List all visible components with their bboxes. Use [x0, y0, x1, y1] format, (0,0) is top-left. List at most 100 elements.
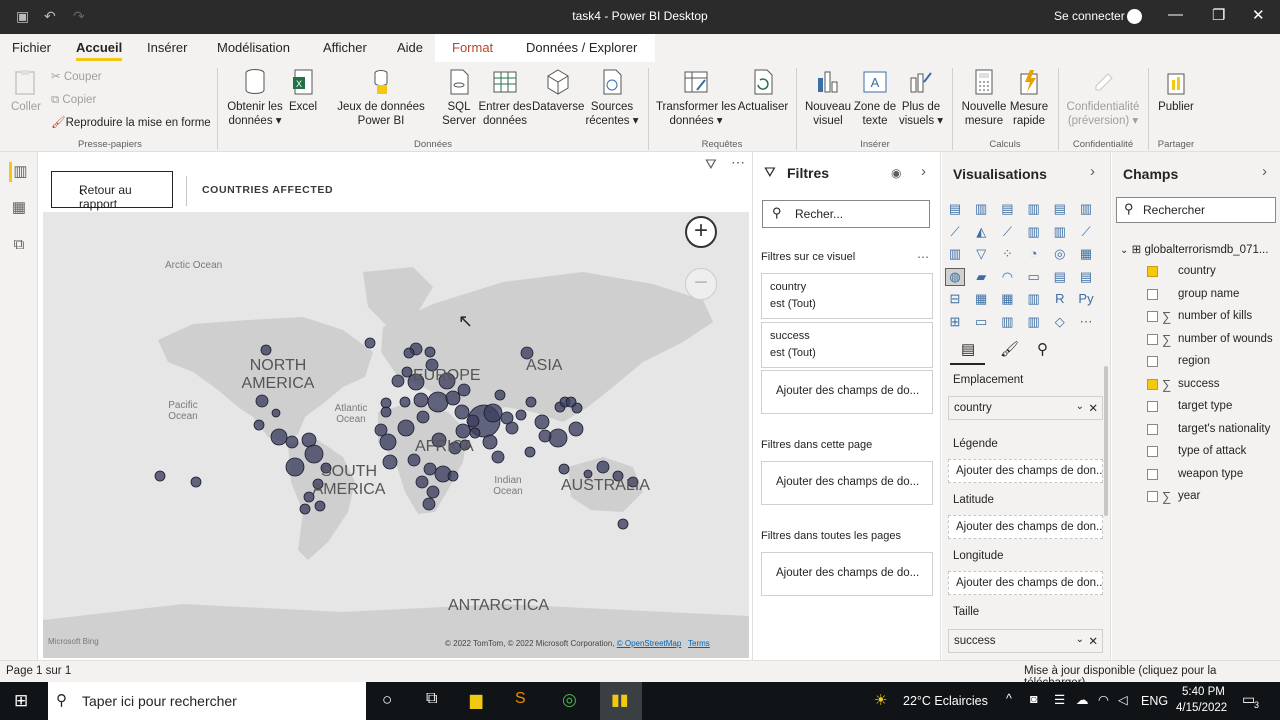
fields-search-input[interactable]: Rechercher	[1116, 197, 1276, 223]
visual-type-icon[interactable]: ▭	[1025, 269, 1043, 285]
well-latitude[interactable]: Ajouter des champs de don...	[948, 515, 1103, 539]
user-avatar-icon[interactable]	[1127, 9, 1142, 24]
country-bubble[interactable]	[538, 429, 552, 443]
visual-type-icon[interactable]: ▰	[972, 269, 990, 285]
sql-server-button[interactable]: SQL Server	[440, 68, 478, 128]
taskbar-search-input[interactable]: Taper ici pour rechercher	[48, 682, 366, 720]
country-bubble[interactable]	[285, 457, 305, 477]
minimize-icon[interactable]: —	[1168, 6, 1183, 23]
well-legend[interactable]: Ajouter des champs de don...	[948, 459, 1103, 483]
visual-type-icon[interactable]: ▥	[1025, 224, 1043, 240]
country-bubble[interactable]	[455, 423, 471, 439]
close-icon[interactable]: ✕	[1252, 6, 1265, 24]
more-visuals-button[interactable]: Plus de visuels ▾	[897, 68, 945, 128]
visual-type-icon[interactable]: ▭	[972, 314, 990, 330]
terms-link[interactable]: Terms	[688, 639, 710, 648]
visual-type-icon[interactable]: ▤	[1077, 269, 1095, 285]
sensitivity-button[interactable]: Confidentialité (préversion) ▾	[1063, 68, 1143, 128]
file-explorer-icon[interactable]: ▆	[470, 690, 482, 710]
field-checkbox[interactable]	[1147, 266, 1158, 277]
clock-time[interactable]: 5:40 PM	[1182, 686, 1225, 698]
eye-icon[interactable]: ◉	[891, 166, 901, 180]
visual-type-icon[interactable]: ◠	[998, 269, 1016, 285]
filter-search-input[interactable]: Recher...	[762, 200, 930, 228]
country-bubble[interactable]	[364, 337, 376, 349]
country-bubble[interactable]	[422, 497, 436, 511]
scrollbar[interactable]	[1104, 366, 1108, 516]
clock-date[interactable]: 4/15/2022	[1176, 702, 1227, 714]
add-filter-field-visual[interactable]: Ajouter des champs de do...	[761, 370, 933, 414]
visual-type-icon[interactable]: ◭	[972, 224, 990, 240]
powerbi-icon[interactable]: ▮▮	[611, 690, 629, 710]
well-longitude[interactable]: Ajouter des champs de don...	[948, 571, 1103, 595]
visual-type-icon[interactable]: ◍	[945, 267, 965, 286]
more-options-icon[interactable]: ⋯	[917, 250, 929, 264]
language-indicator[interactable]: ENG	[1141, 694, 1168, 708]
back-to-report-button[interactable]: ‹ Retour au rapport	[51, 171, 173, 211]
country-bubble[interactable]	[424, 346, 436, 358]
visual-type-icon[interactable]: ⋯	[1077, 314, 1095, 330]
country-bubble[interactable]	[299, 503, 311, 515]
visual-type-icon[interactable]: ◔	[1025, 246, 1043, 262]
windows-start-icon[interactable]: ⊞	[14, 691, 28, 711]
country-bubble[interactable]	[565, 396, 577, 408]
menu-home[interactable]: Accueil	[76, 40, 123, 61]
more-options-icon[interactable]: ⋯	[731, 154, 745, 171]
zoom-in-button[interactable]: +	[685, 216, 717, 248]
country-bubble[interactable]	[415, 475, 429, 489]
country-bubble[interactable]	[568, 421, 584, 437]
model-view-icon[interactable]: ⧉	[9, 236, 29, 256]
osm-link[interactable]: © OpenStreetMap	[617, 639, 682, 648]
add-filter-field-all[interactable]: Ajouter des champs de do...	[761, 552, 933, 596]
visual-type-icon[interactable]: ▥	[1025, 201, 1043, 217]
visual-type-icon[interactable]: ▥	[1077, 201, 1095, 217]
visual-type-icon[interactable]: ▥	[1051, 224, 1069, 240]
country-bubble[interactable]	[285, 435, 299, 449]
visual-type-icon[interactable]: ▽	[972, 246, 990, 262]
cloud-icon[interactable]: ☁	[1076, 692, 1089, 707]
country-bubble[interactable]	[482, 434, 498, 450]
visual-type-icon[interactable]: ▥	[1025, 314, 1043, 330]
country-bubble[interactable]	[399, 396, 411, 408]
visual-type-icon[interactable]: ▤	[998, 201, 1016, 217]
country-bubble[interactable]	[548, 428, 568, 448]
task-view-icon[interactable]: ⧉	[426, 690, 437, 708]
country-bubble[interactable]	[253, 419, 265, 431]
excel-button[interactable]: X Excel	[288, 68, 318, 114]
menu-view[interactable]: Afficher	[323, 40, 367, 55]
visual-type-icon[interactable]: ▦	[998, 291, 1016, 307]
country-bubble[interactable]	[304, 444, 324, 464]
visual-type-icon[interactable]: ▦	[972, 291, 990, 307]
chevron-right-icon[interactable]: ›	[1262, 163, 1267, 180]
country-bubble[interactable]	[314, 500, 326, 512]
country-bubble[interactable]	[413, 392, 429, 408]
well-size[interactable]: success ⌄ ✕	[948, 629, 1103, 653]
map-visual[interactable]: Arctic Ocean NORTH AMERICA Pacific Ocean…	[43, 212, 749, 658]
sublime-text-icon[interactable]: S	[515, 690, 526, 708]
filter-card-country[interactable]: country est (Tout)	[761, 273, 933, 319]
country-bubble[interactable]	[190, 476, 202, 488]
visual-type-icon[interactable]: ▥	[946, 246, 964, 262]
textbox-button[interactable]: A Zone de texte	[852, 68, 898, 128]
well-location[interactable]: country ⌄ ✕	[948, 396, 1103, 420]
visual-type-icon[interactable]: ◇	[1051, 314, 1069, 330]
wifi-icon[interactable]: ◠	[1098, 692, 1109, 707]
refresh-button[interactable]: Actualiser	[736, 68, 790, 114]
country-bubble[interactable]	[454, 404, 470, 420]
chevron-up-icon[interactable]: ^	[1006, 692, 1012, 706]
country-bubble[interactable]	[515, 409, 527, 421]
country-bubble[interactable]	[447, 470, 459, 482]
country-bubble[interactable]	[423, 462, 437, 476]
country-bubble[interactable]	[483, 403, 503, 423]
country-bubble[interactable]	[401, 366, 413, 378]
visual-type-icon[interactable]: ⟋	[1077, 224, 1095, 240]
paste-button[interactable]: Coller	[8, 68, 44, 114]
dataverse-button[interactable]: Dataverse	[532, 68, 584, 114]
country-bubble[interactable]	[416, 410, 430, 424]
visual-type-icon[interactable]: ⟋	[998, 224, 1016, 240]
country-bubble[interactable]	[374, 423, 388, 437]
add-filter-field-page[interactable]: Ajouter des champs de do...	[761, 461, 933, 505]
cortana-icon[interactable]: ○	[382, 690, 392, 710]
new-visual-button[interactable]: Nouveau visuel	[803, 68, 853, 128]
country-bubble[interactable]	[427, 391, 449, 413]
